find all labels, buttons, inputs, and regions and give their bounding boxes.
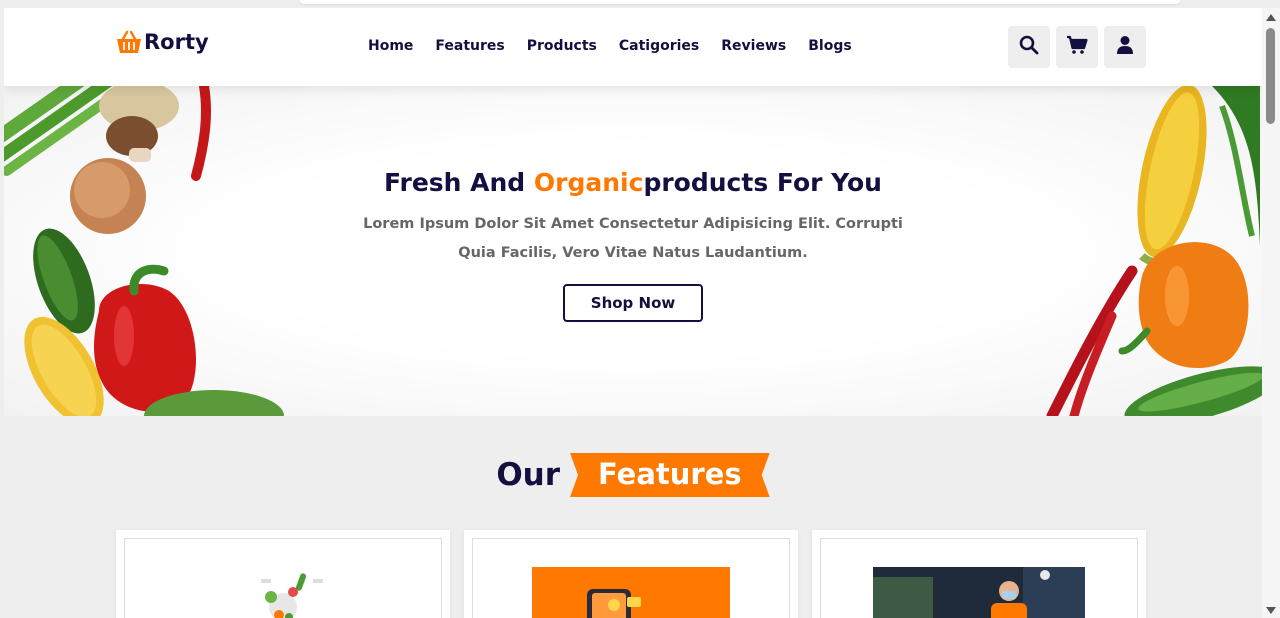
vegetables-left-image	[4, 86, 284, 416]
nav-home[interactable]: Home	[368, 38, 413, 54]
browser-top-strip	[300, 0, 1180, 4]
shop-now-button[interactable]: Shop Now	[563, 284, 703, 322]
scroll-up-arrow-icon[interactable]	[1266, 14, 1276, 21]
feature-card	[464, 530, 798, 618]
hero-title-pre: Fresh And	[384, 168, 534, 197]
search-button[interactable]	[1008, 26, 1050, 68]
feature-cards	[116, 530, 1146, 618]
nav-blogs[interactable]: Blogs	[808, 38, 851, 54]
brand-logo[interactable]: Rorty	[116, 30, 209, 54]
nav-reviews[interactable]: Reviews	[721, 38, 786, 54]
cart-button[interactable]	[1056, 26, 1098, 68]
hero-title: Fresh And Organicproducts For You	[4, 168, 1262, 197]
scroll-down-arrow-icon[interactable]	[1266, 607, 1276, 614]
vertical-scrollbar[interactable]	[1262, 8, 1280, 618]
vegetables-illustration	[261, 573, 323, 618]
phone-delivery-illustration	[532, 567, 730, 618]
vegetables-right-image	[1046, 86, 1262, 416]
hero-title-post: products For You	[643, 168, 882, 197]
hero-title-accent: Organic	[533, 168, 644, 197]
cart-icon	[1066, 35, 1088, 60]
hero-banner: Fresh And Organicproducts For You Lorem …	[4, 86, 1262, 416]
nav-products[interactable]: Products	[527, 38, 597, 54]
feature-card	[812, 530, 1146, 618]
brand-name: Rorty	[144, 30, 209, 54]
scrollbar-thumb[interactable]	[1266, 28, 1275, 124]
site-header: Rorty Home Features Products Catigories …	[4, 8, 1262, 86]
main-nav: Home Features Products Catigories Review…	[368, 38, 852, 54]
user-button[interactable]	[1104, 26, 1146, 68]
search-icon	[1019, 35, 1039, 60]
feature-card-inner	[820, 538, 1138, 618]
user-icon	[1116, 35, 1134, 60]
hero-description: Lorem Ipsum Dolor Sit Amet Consectetur A…	[363, 216, 903, 261]
feature-card	[116, 530, 450, 618]
features-heading-ribbon: Features	[570, 453, 770, 497]
nav-features[interactable]: Features	[435, 38, 504, 54]
basket-icon	[116, 30, 142, 54]
nav-categories[interactable]: Catigories	[619, 38, 699, 54]
page-viewport: Rorty Home Features Products Catigories …	[4, 8, 1262, 618]
features-heading-plain: Our	[496, 457, 561, 493]
delivery-person-photo	[873, 567, 1085, 618]
features-heading: Our Features	[4, 453, 1262, 497]
feature-card-inner	[472, 538, 790, 618]
feature-card-inner	[124, 538, 442, 618]
header-icon-group	[1008, 26, 1146, 68]
